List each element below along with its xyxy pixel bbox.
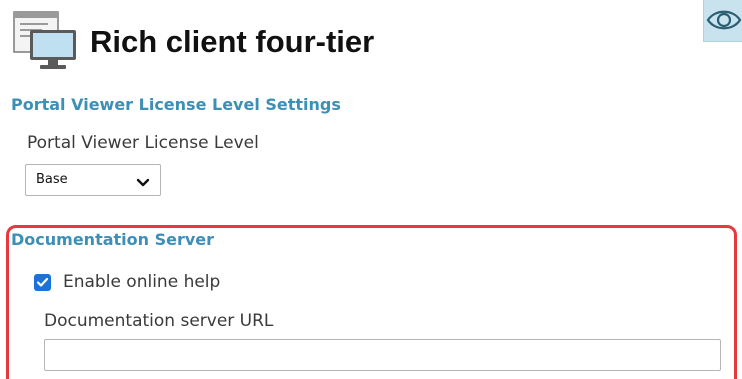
chevron-down-icon [136, 174, 150, 193]
license-level-selected-value: Base [36, 172, 68, 187]
license-level-select[interactable]: Base [25, 164, 161, 196]
documentation-section-heading: Documentation Server [11, 230, 215, 249]
enable-online-help-checkbox[interactable] [34, 274, 51, 291]
view-button[interactable] [703, 0, 742, 42]
documentation-url-input[interactable] [44, 339, 721, 371]
license-section-heading: Portal Viewer License Level Settings [11, 95, 341, 114]
documentation-url-label: Documentation server URL [44, 311, 274, 331]
license-level-label: Portal Viewer License Level [27, 133, 259, 153]
client-monitor-icon [12, 10, 80, 72]
page-title: Rich client four-tier [90, 24, 375, 59]
enable-online-help-label[interactable]: Enable online help [63, 271, 220, 293]
